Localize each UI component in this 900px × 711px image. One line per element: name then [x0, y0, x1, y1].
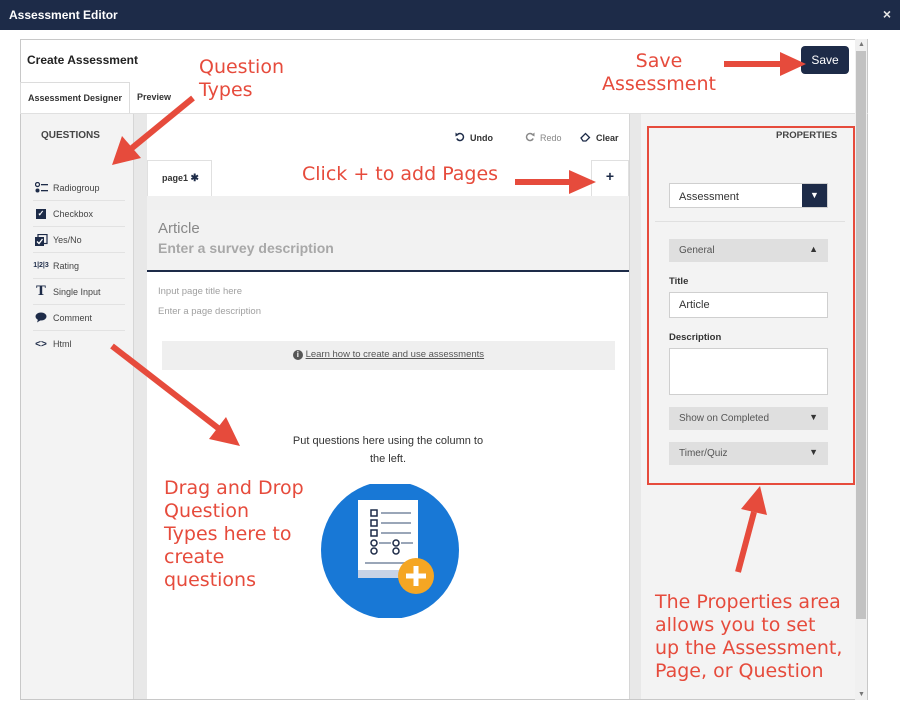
annotation-drag-drop: Drag and Drop Question Types here to cre… [164, 477, 304, 591]
clear-label: Clear [596, 133, 619, 143]
questions-panel: QUESTIONS Radiogroup ✓ Checkbox Yes/No 1… [21, 114, 134, 699]
annotation-question-types: Question Types [199, 56, 284, 101]
yes-no-icon [33, 233, 49, 246]
info-icon: i [292, 350, 303, 360]
question-type-rating[interactable]: 1|2|3 Rating [33, 253, 125, 279]
page-tabs-strip [147, 196, 629, 210]
survey-header: Article Enter a survey description [147, 210, 629, 272]
page-tab-page1[interactable]: page1 ✱ [147, 160, 212, 196]
clear-button[interactable]: Clear [580, 132, 619, 144]
undo-icon [455, 132, 465, 144]
window-title: Assessment Editor [9, 8, 118, 22]
question-type-label: Yes/No [53, 234, 82, 245]
annotation-add-pages: Click + to add Pages [302, 163, 499, 185]
scroll-down-icon[interactable]: ▼ [858, 691, 865, 698]
page-description-placeholder[interactable]: Enter a page description [158, 306, 261, 317]
left-splitter[interactable] [133, 114, 147, 699]
question-type-html[interactable]: <> Html [33, 331, 125, 357]
question-type-label: Comment [53, 312, 93, 323]
page-title: Create Assessment [27, 53, 138, 67]
text-input-icon: T [36, 284, 46, 299]
questions-panel-title: QUESTIONS [41, 130, 100, 141]
question-type-radiogroup[interactable]: Radiogroup [33, 175, 125, 201]
radiogroup-icon [33, 182, 49, 194]
question-type-label: Html [53, 339, 72, 349]
page-tab-label: page1 [162, 173, 189, 183]
question-type-label: Checkbox [53, 208, 94, 219]
question-type-comment[interactable]: Comment [33, 305, 125, 331]
close-icon[interactable]: × [883, 6, 891, 22]
scrollbar-thumb[interactable] [856, 51, 866, 619]
dialog-scrollbar[interactable]: ▲ ▼ [855, 39, 867, 700]
rating-icon: 1|2|3 [33, 262, 49, 269]
drop-hint: Put questions here using the column to t… [292, 435, 484, 465]
add-page-button[interactable]: + [591, 160, 629, 196]
right-splitter[interactable] [629, 114, 641, 699]
annotation-properties-area: The Properties area allows you to set up… [655, 591, 843, 682]
gear-icon[interactable]: ✱ [191, 173, 199, 184]
redo-label: Redo [540, 133, 562, 143]
checkbox-icon: ✓ [36, 208, 46, 219]
redo-button[interactable]: Redo [525, 132, 562, 144]
redo-icon [525, 132, 535, 144]
undo-button[interactable]: Undo [455, 132, 493, 144]
comment-icon [33, 312, 49, 324]
learn-link[interactable]: Learn how to create and use assessments [306, 349, 485, 360]
window-titlebar: Assessment Editor × [0, 0, 900, 30]
survey-title[interactable]: Article [158, 220, 200, 237]
code-icon: <> [35, 338, 47, 350]
question-type-label: Single Input [53, 286, 101, 297]
save-button[interactable]: Save [801, 46, 849, 74]
eraser-icon [580, 132, 591, 144]
annotation-save-assessment: Save Assessment [602, 50, 716, 95]
scroll-up-icon[interactable]: ▲ [858, 41, 865, 48]
question-type-yes-no[interactable]: Yes/No [33, 227, 125, 253]
question-type-label: Rating [53, 260, 80, 271]
question-type-checkbox[interactable]: ✓ Checkbox [33, 201, 125, 227]
page-title-placeholder[interactable]: Input page title here [158, 286, 242, 297]
undo-label: Undo [470, 133, 493, 143]
survey-description-placeholder[interactable]: Enter a survey description [158, 240, 334, 256]
tab-assessment-designer[interactable]: Assessment Designer [20, 82, 130, 113]
tab-preview[interactable]: Preview [130, 82, 178, 113]
properties-highlight-box [647, 126, 855, 485]
learn-banner: i Learn how to create and use assessment… [162, 341, 615, 370]
add-question-illustration [321, 484, 459, 618]
question-type-label: Radiogroup [53, 182, 100, 193]
question-type-single-input[interactable]: T Single Input [33, 279, 125, 305]
